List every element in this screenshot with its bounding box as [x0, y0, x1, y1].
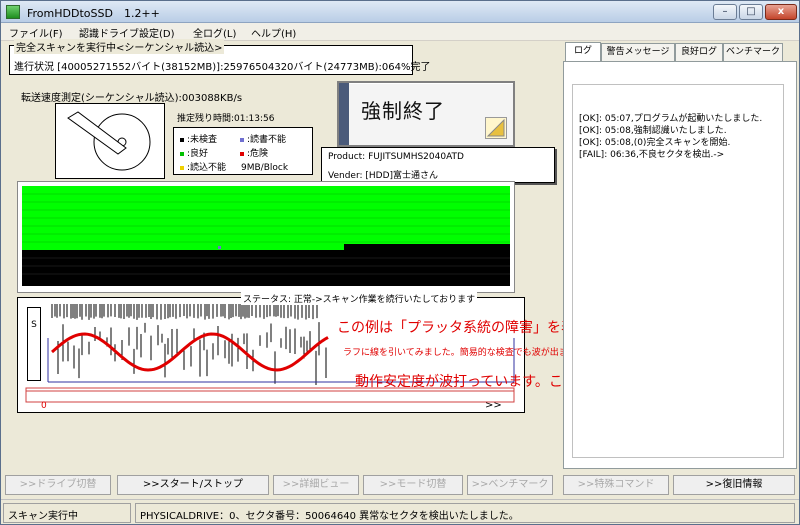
- status-caption: ステータス: 正常->スキャン作業を続行いたしております: [241, 292, 478, 305]
- log-tab-body: [OK]: 05:07,プログラムが起動いたしました. [OK]: 05:08,…: [563, 61, 797, 469]
- app-icon: [6, 5, 20, 19]
- unreadable-write-swatch: [240, 137, 244, 142]
- sector-map-unchecked-region: [22, 250, 510, 286]
- scan-progress-box: 完全スキャンを実行中<シーケンシャル読込> 進行状況 [40005271552バ…: [9, 39, 430, 75]
- menu-all-logs[interactable]: 全ログ(L): [193, 25, 236, 40]
- status-message: PHYSICALDRIVE：0、セクタ番号：50064640 異常なセクタを検出…: [135, 503, 795, 523]
- legend-unreadable-write: :読書不能: [240, 132, 286, 145]
- s-label-box: S: [27, 307, 41, 381]
- menu-help[interactable]: ヘルプ(H): [251, 25, 296, 40]
- range-start-label: 0: [41, 401, 47, 411]
- log-list[interactable]: [OK]: 05:07,プログラムが起動いたしました. [OK]: 05:08,…: [572, 84, 784, 458]
- status-left: スキャン実行中: [3, 503, 131, 523]
- hdd-icon: [55, 103, 165, 179]
- sector-map: [17, 181, 515, 293]
- title-bar: FromHDDtoSSD 1.2++ – □ x: [1, 1, 799, 23]
- legend-danger: :危険: [240, 146, 268, 159]
- scan-pane: 完全スキャンを実行中<シーケンシャル読込> 進行状況 [40005271552バ…: [5, 39, 728, 471]
- window-title: FromHDDtoSSD 1.2++: [27, 7, 160, 20]
- legend-unreadable-write-label: :読書不能: [247, 135, 287, 145]
- close-button[interactable]: x: [765, 4, 797, 20]
- good-swatch: [180, 151, 184, 156]
- start-stop-button[interactable]: >>スタート/ストップ: [117, 475, 269, 495]
- minimize-button[interactable]: –: [713, 4, 737, 20]
- detail-view-button[interactable]: >>詳細ビュー: [273, 475, 359, 495]
- legend-unchecked: :未検査: [180, 132, 217, 145]
- remaining-time: 推定残り時間:01:13:56: [177, 114, 275, 124]
- drive-info-popup: Product: FUJITSUMHS2040ATD Vender: [HDD]…: [321, 147, 555, 183]
- force-stop-label: 強制終了: [361, 99, 445, 123]
- scan-progress-text: 進行状況 [40005271552バイト(38152MB)]:259765043…: [14, 62, 431, 73]
- mode-switch-button[interactable]: >>モード切替: [363, 475, 463, 495]
- tab-good-log[interactable]: 良好ログ: [675, 43, 723, 61]
- legend-unchecked-label: :未検査: [187, 135, 218, 145]
- log-pane: ログ 警告メッセージ 良好ログ ベンチマーク [OK]: 05:07,プログラム…: [563, 42, 797, 471]
- menu-drive-settings[interactable]: 認識ドライブ設定(D): [79, 25, 175, 40]
- main-window: FromHDDtoSSD 1.2++ – □ x ファイル(F) 認識ドライブ設…: [0, 0, 800, 525]
- log-line: [OK]: 05:07,プログラムが起動いたしました.: [579, 114, 763, 124]
- danger-swatch: [240, 151, 244, 156]
- range-end-label: >>: [485, 400, 502, 411]
- tab-benchmark[interactable]: ベンチマーク: [723, 43, 783, 61]
- special-command-button[interactable]: >>特殊コマンド: [563, 475, 669, 495]
- legend-unreadable-label: :読込不能: [187, 163, 227, 173]
- log-line: [OK]: 05:08,強制認識いたしました.: [579, 126, 727, 136]
- log-line: [FAIL]: 06:36,不良セクタを検出.->: [579, 150, 725, 160]
- transfer-speed: 転送速度測定(シーケンシャル読込):003088KB/s: [21, 93, 243, 104]
- scan-caption: 完全スキャンを実行中<シーケンシャル読込>: [14, 39, 225, 54]
- force-stop-button[interactable]: 強制終了: [337, 81, 515, 147]
- tab-log[interactable]: ログ: [565, 42, 601, 62]
- drive-vender: Vender: [HDD]富士通さん: [328, 171, 439, 181]
- force-stop-accent: [339, 83, 349, 145]
- drive-product: Product: FUJITSUMHS2040ATD: [328, 152, 464, 162]
- benchmark-button[interactable]: >>ベンチマーク: [467, 475, 553, 495]
- maximize-button[interactable]: □: [739, 4, 763, 20]
- unreadable-swatch: [180, 165, 184, 170]
- legend-good-label: :良好: [187, 149, 209, 159]
- memo-icon: [485, 117, 507, 139]
- legend-danger-label: :危険: [247, 149, 269, 159]
- log-line: [OK]: 05:08,(0)完全スキャンを開始.: [579, 138, 731, 148]
- drive-switch-button[interactable]: >>ドライブ切替: [5, 475, 111, 495]
- block-size: 9MB/Block: [241, 163, 289, 173]
- legend-unreadable: :読込不能: [180, 160, 226, 173]
- tab-warnings[interactable]: 警告メッセージ: [601, 43, 675, 61]
- legend-good: :良好: [180, 146, 208, 159]
- menu-file[interactable]: ファイル(F): [9, 25, 63, 40]
- unchecked-swatch: [180, 137, 184, 142]
- recovery-info-button[interactable]: >>復旧情報: [673, 475, 795, 495]
- status-bar: スキャン実行中 PHYSICALDRIVE：0、セクタ番号：50064640 異…: [1, 499, 799, 524]
